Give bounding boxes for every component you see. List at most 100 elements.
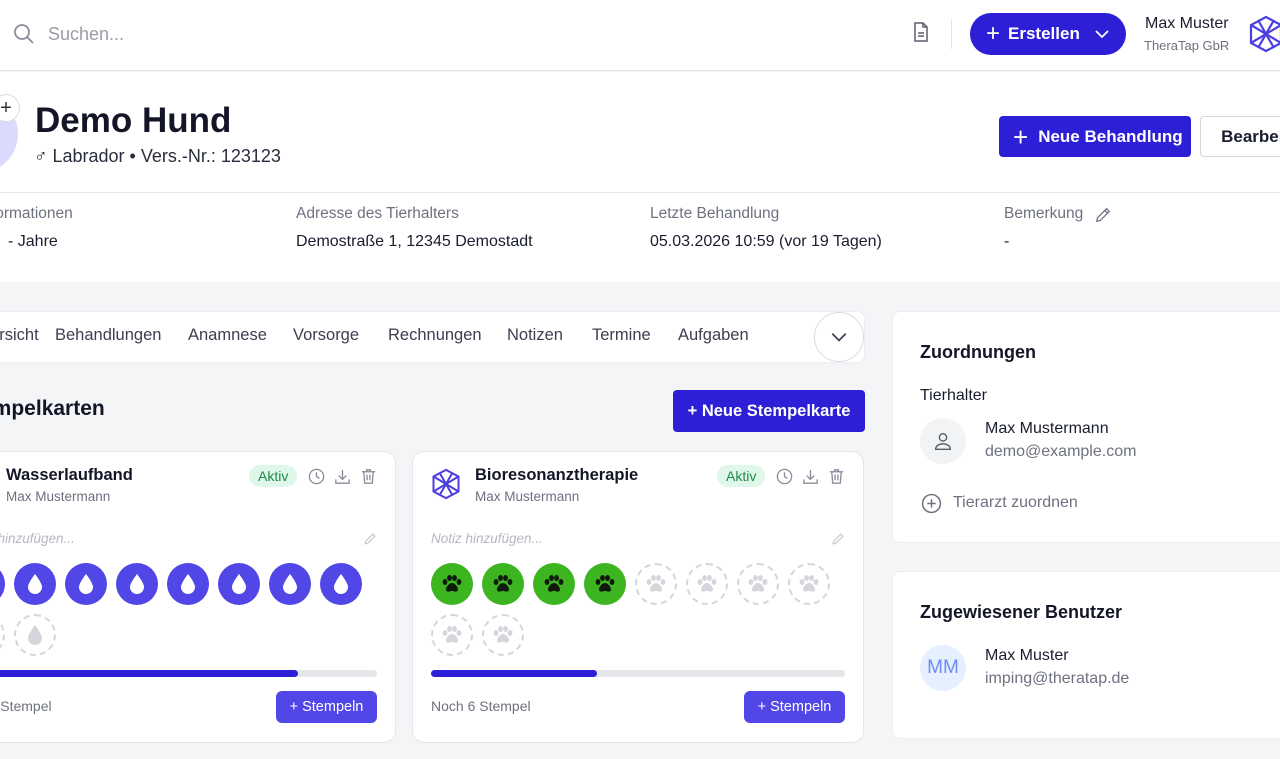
document-icon[interactable] bbox=[909, 20, 933, 44]
theratap-logo-icon[interactable] bbox=[1248, 15, 1280, 53]
chevron-down-icon bbox=[1095, 30, 1109, 39]
water-drop-icon bbox=[28, 625, 42, 645]
assignments-title: Zuordnungen bbox=[920, 342, 1036, 362]
create-button[interactable]: + Erstellen bbox=[970, 13, 1126, 55]
trash-icon[interactable] bbox=[827, 467, 846, 486]
new-treatment-label: Neue Behandlung bbox=[1038, 126, 1183, 146]
stamp-empty bbox=[788, 563, 830, 605]
paw-icon bbox=[595, 575, 615, 592]
progress-bar bbox=[431, 670, 845, 677]
card-owner: Max Mustermann bbox=[6, 489, 111, 504]
paw-icon bbox=[799, 575, 819, 592]
paw-icon bbox=[544, 575, 564, 592]
stamp-filled bbox=[218, 563, 260, 605]
remaining-stamps: Noch 2 Stempel bbox=[0, 698, 52, 714]
create-label: Erstellen bbox=[1008, 24, 1080, 43]
stamp-empty bbox=[431, 614, 473, 656]
stamp-empty bbox=[482, 614, 524, 656]
stamp-filled bbox=[14, 563, 56, 605]
stamp-filled bbox=[533, 563, 575, 605]
plus-icon: + bbox=[986, 20, 1001, 47]
patient-name: Demo Hund bbox=[35, 101, 232, 140]
paw-icon bbox=[442, 575, 462, 592]
tab-notes[interactable]: Notizen bbox=[507, 326, 563, 345]
new-stamp-card-button[interactable]: + Neue Stempelkarte bbox=[673, 390, 865, 432]
remark-label: Bemerkung bbox=[1004, 205, 1084, 222]
address-value: Demostraße 1, 12345 Demostadt bbox=[296, 233, 533, 250]
remaining-stamps: Noch 6 Stempel bbox=[431, 698, 531, 714]
status-badge: Aktiv bbox=[717, 465, 766, 487]
water-drop-icon bbox=[79, 574, 93, 594]
card-title: Wasserlaufband bbox=[6, 466, 133, 484]
edit-button[interactable]: Bearbeiten bbox=[1200, 116, 1280, 157]
note-input[interactable]: Notiz hinzufügen... bbox=[0, 531, 93, 546]
status-badge: Aktiv bbox=[249, 465, 298, 487]
info-value: - Jahre bbox=[8, 233, 58, 250]
search-icon bbox=[14, 24, 34, 44]
stamp-button[interactable]: + Stempeln bbox=[276, 691, 377, 723]
owner-label: Tierhalter bbox=[920, 387, 987, 404]
water-drop-icon bbox=[28, 574, 42, 594]
tab-appointments[interactable]: Termine bbox=[592, 326, 651, 345]
divider bbox=[951, 19, 952, 49]
edit-label: Bearbeiten bbox=[1221, 126, 1280, 146]
stamp-filled bbox=[431, 563, 473, 605]
assign-vet-link[interactable]: Tierarzt zuordnen bbox=[953, 494, 1078, 512]
remark-value: - bbox=[1004, 233, 1010, 250]
history-icon[interactable] bbox=[775, 467, 794, 486]
tab-invoices[interactable]: Rechnungen bbox=[388, 326, 482, 345]
card-title: Bioresonanztherapie bbox=[475, 466, 639, 484]
assigned-user-title: Zugewiesener Benutzer bbox=[920, 602, 1123, 622]
chevron-down-icon bbox=[831, 333, 847, 342]
stamp-filled bbox=[116, 563, 158, 605]
user-name[interactable]: Max Muster bbox=[1145, 15, 1229, 33]
tab-prevention[interactable]: Vorsorge bbox=[293, 326, 359, 345]
new-treatment-button[interactable]: + Neue Behandlung bbox=[999, 116, 1191, 157]
paw-icon bbox=[646, 575, 666, 592]
stamp-filled bbox=[320, 563, 362, 605]
paw-icon bbox=[493, 575, 513, 592]
pencil-icon[interactable] bbox=[363, 532, 377, 546]
last-treatment-label: Letzte Behandlung bbox=[650, 205, 780, 222]
stamp-button[interactable]: + Stempeln bbox=[744, 691, 845, 723]
trash-icon[interactable] bbox=[359, 467, 378, 486]
stamp-filled bbox=[65, 563, 107, 605]
stamp-filled bbox=[167, 563, 209, 605]
stamp-empty bbox=[737, 563, 779, 605]
tab-overview[interactable]: Übersicht bbox=[0, 326, 39, 345]
tabs-more-button[interactable] bbox=[814, 312, 864, 362]
paw-icon bbox=[493, 626, 513, 643]
avatar: MM bbox=[920, 645, 966, 691]
paw-icon bbox=[748, 575, 768, 592]
patient-subtitle: ♂ Labrador • Vers.-Nr.: 123123 bbox=[34, 146, 281, 166]
owner-email[interactable]: demo@example.com bbox=[985, 443, 1136, 461]
add-circle-icon[interactable] bbox=[921, 493, 942, 514]
person-icon bbox=[920, 418, 966, 464]
assigned-user-name: Max Muster bbox=[985, 647, 1069, 664]
stamp-filled bbox=[269, 563, 311, 605]
pencil-icon[interactable] bbox=[831, 532, 845, 546]
section-title: Stempelkarten bbox=[0, 397, 105, 420]
tab-treatments[interactable]: Behandlungen bbox=[55, 326, 161, 345]
download-icon[interactable] bbox=[801, 467, 820, 486]
water-drop-icon bbox=[334, 574, 348, 594]
download-icon[interactable] bbox=[333, 467, 352, 486]
tab-tasks[interactable]: Aufgaben bbox=[678, 326, 749, 345]
water-drop-icon bbox=[181, 574, 195, 594]
history-icon[interactable] bbox=[307, 467, 326, 486]
address-label: Adresse des Tierhalters bbox=[296, 205, 459, 222]
last-treatment-value: 05.03.2026 10:59 (vor 19 Tagen) bbox=[650, 233, 882, 250]
info-label: Informationen bbox=[0, 205, 73, 222]
stamp-filled bbox=[584, 563, 626, 605]
tab-anamnesis[interactable]: Anamnese bbox=[188, 326, 267, 345]
plus-icon: + bbox=[1013, 121, 1029, 152]
pencil-icon[interactable] bbox=[1094, 206, 1112, 224]
owner-name[interactable]: Max Mustermann bbox=[985, 420, 1109, 438]
assigned-user-email: imping@theratap.de bbox=[985, 670, 1130, 687]
note-input[interactable]: Notiz hinzufügen... bbox=[431, 531, 543, 546]
progress-fill bbox=[431, 670, 597, 677]
stamp-empty bbox=[14, 614, 56, 656]
search-input[interactable] bbox=[48, 20, 648, 48]
water-drop-icon bbox=[130, 574, 144, 594]
paw-icon bbox=[442, 626, 462, 643]
